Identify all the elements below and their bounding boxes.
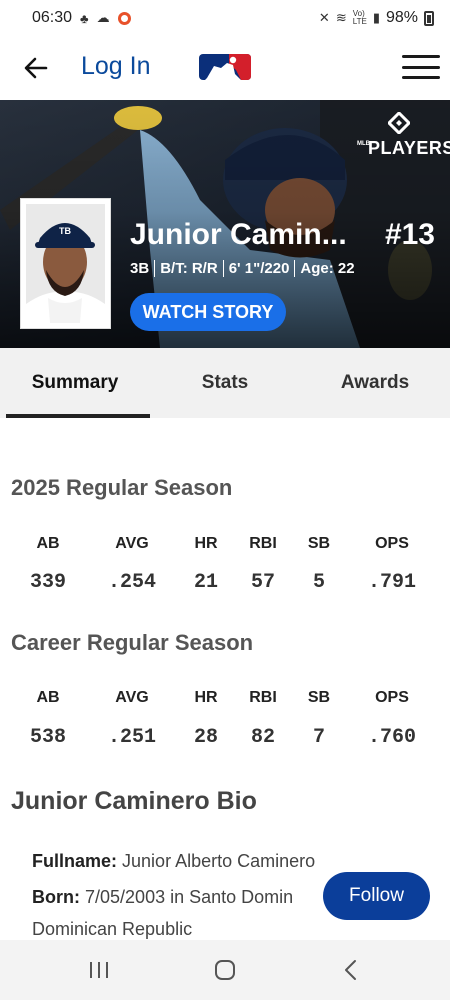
weather-icon: ☁ — [96, 10, 110, 25]
season-title: 2025 Regular Season — [11, 475, 233, 500]
ring-icon — [117, 11, 131, 25]
notification-icon: ♣ — [80, 10, 89, 26]
status-right: ✕ ≋ Vo) LTE ▮ 98% — [319, 9, 434, 27]
stat-value-avg: .251 — [107, 726, 157, 749]
mute-icon: ✕ — [318, 10, 330, 25]
stat-header-rbi: RBI — [249, 535, 277, 552]
stat-header-avg: AVG — [115, 689, 149, 706]
career-title: Career Regular Season — [11, 630, 254, 655]
players-diamond-icon — [388, 112, 410, 134]
stat-header-ab: AB — [36, 689, 60, 706]
battery-percent: 98% — [385, 9, 418, 26]
back-button[interactable] — [18, 50, 54, 86]
bio-title: Junior Caminero Bio — [11, 787, 257, 815]
stat-header-sb: SB — [307, 535, 331, 552]
signal-icon: ▮ — [372, 10, 380, 25]
stat-header-avg: AVG — [115, 535, 149, 552]
players-logo-small-text: MLB — [357, 141, 370, 147]
home-icon — [215, 960, 235, 980]
bio-born-value: 7/05/2003 in Santo Domin — [85, 887, 294, 907]
system-nav-bar — [0, 940, 450, 1000]
watch-story-button[interactable]: WATCH STORY — [130, 293, 286, 331]
bio-born-label: Born: — [32, 887, 80, 907]
stat-value-hr: 28 — [193, 726, 219, 749]
login-link[interactable]: Log In — [81, 52, 151, 81]
recent-apps-button[interactable] — [81, 954, 117, 986]
menu-button[interactable] — [402, 52, 440, 82]
meta-divider — [154, 260, 156, 277]
players-logo-text: PLAYERS — [368, 138, 450, 158]
app-header: Log In — [0, 36, 450, 100]
tab-summary[interactable]: Summary — [0, 348, 150, 418]
player-bats-throws: B/T: R/R — [160, 260, 218, 277]
stat-value-avg: .254 — [107, 571, 157, 594]
stat-header-rbi: RBI — [249, 689, 277, 706]
player-headshot: TB — [20, 198, 111, 329]
bio-fullname-value: Junior Alberto Caminero — [122, 851, 316, 871]
bio-born-country: Dominican Republic — [32, 919, 193, 939]
player-hero: MLB PLAYERS TB Junior Camin... #13 3B B/… — [0, 100, 450, 348]
svg-text:TB: TB — [59, 226, 71, 236]
back-arrow-icon — [24, 57, 48, 79]
bio-born: Born: 7/05/2003 in Santo Domin — [32, 887, 293, 908]
stat-value-rbi: 82 — [250, 726, 276, 749]
stat-value-ops: .791 — [367, 571, 417, 594]
home-button[interactable] — [207, 954, 243, 986]
volte-icon: Vo) LTE — [352, 9, 367, 26]
meta-divider — [222, 260, 224, 277]
meta-divider — [294, 260, 296, 277]
bio-fullname: Fullname: Junior Alberto Caminero — [32, 851, 315, 872]
stat-header-ops: OPS — [375, 689, 409, 706]
player-tabs: Summary Stats Awards — [0, 348, 450, 418]
player-name-row: Junior Camin... #13 — [130, 218, 435, 252]
recent-apps-icon — [90, 962, 108, 978]
player-age: Age: 22 — [300, 260, 355, 277]
stat-value-ab: 538 — [29, 726, 67, 749]
stat-header-hr: HR — [194, 689, 218, 706]
tab-stats[interactable]: Stats — [150, 348, 300, 418]
stat-header-ab: AB — [36, 535, 60, 552]
stat-header-sb: SB — [307, 689, 331, 706]
wifi-icon: ≋ — [335, 10, 347, 25]
stat-header-hr: HR — [194, 535, 218, 552]
stat-header-ops: OPS — [375, 535, 409, 552]
mlb-players-logo: MLB PLAYERS — [357, 108, 450, 160]
player-headshot-image: TB — [26, 204, 105, 323]
mlb-logo[interactable] — [199, 54, 251, 80]
hamburger-menu-icon-bar — [402, 76, 440, 79]
stat-value-sb: 7 — [312, 726, 326, 749]
stat-value-ab: 339 — [29, 571, 67, 594]
player-height-weight: 6' 1"/220 — [228, 260, 290, 277]
stat-value-sb: 5 — [312, 571, 326, 594]
back-icon — [345, 960, 356, 980]
player-name: Junior Camin... — [130, 218, 347, 251]
clock: 06:30 — [32, 9, 73, 26]
tab-awards[interactable]: Awards — [300, 348, 450, 418]
player-position: 3B — [130, 260, 150, 277]
battery-icon — [424, 10, 434, 26]
hamburger-menu-icon-bar — [402, 65, 440, 69]
player-meta: 3B B/T: R/R 6' 1"/220 Age: 22 — [130, 260, 355, 277]
stat-value-rbi: 57 — [250, 571, 276, 594]
hamburger-menu-icon — [402, 55, 440, 58]
system-back-button[interactable] — [333, 954, 369, 986]
stat-value-hr: 21 — [193, 571, 219, 594]
status-bar: 06:30 ♣ ☁ ✕ ≋ Vo) LTE ▮ 98% — [0, 0, 450, 36]
player-number: #13 — [384, 218, 435, 251]
bio-fullname-label: Fullname: — [32, 851, 118, 871]
follow-button[interactable]: Follow — [323, 872, 430, 920]
status-left: 06:30 ♣ ☁ — [32, 9, 131, 27]
stat-value-ops: .760 — [367, 726, 417, 749]
